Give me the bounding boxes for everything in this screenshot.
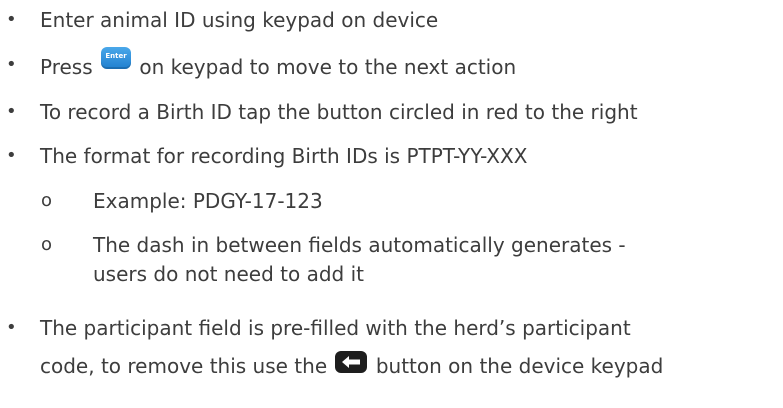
bullet-text: on keypad to move to the next action (139, 55, 517, 79)
bullet-marker: • (6, 9, 17, 30)
backspace-arrow-key-icon (335, 351, 368, 373)
bullet-text: button on the device keypad (375, 354, 664, 378)
bullet-marker: • (6, 145, 17, 166)
bullet-text-wrapper: code, to remove this use the button on t… (40, 351, 664, 378)
bullet-text: code, to remove this use the (40, 354, 328, 378)
bullet-marker: • (6, 317, 17, 338)
enter-key-icon: Enter (101, 47, 131, 69)
instruction-list: • Enter animal ID using keypad on device… (0, 0, 783, 408)
bullet-marker: • (6, 101, 17, 122)
bullet-marker: • (6, 54, 17, 75)
bullet-text-wrapper: Press Enter on keypad to move to the nex… (40, 47, 517, 79)
sub-marker: o (41, 234, 53, 255)
left-arrow-icon (342, 356, 361, 368)
bullet-text: To record a Birth ID tap the button circ… (40, 100, 638, 124)
sub-text: Example: PDGY-17-123 (93, 189, 323, 213)
sub-text: The dash in between fields automatically… (93, 233, 626, 257)
bullet-text: The format for recording Birth IDs is PT… (40, 144, 528, 168)
sub-text: users do not need to add it (93, 262, 364, 286)
bullet-text: The participant field is pre-filled with… (40, 316, 631, 340)
bullet-text: Press (40, 55, 93, 79)
enter-key-label: Enter (105, 52, 127, 60)
bullet-text: Enter animal ID using keypad on device (40, 8, 439, 32)
sub-marker: o (41, 190, 53, 211)
